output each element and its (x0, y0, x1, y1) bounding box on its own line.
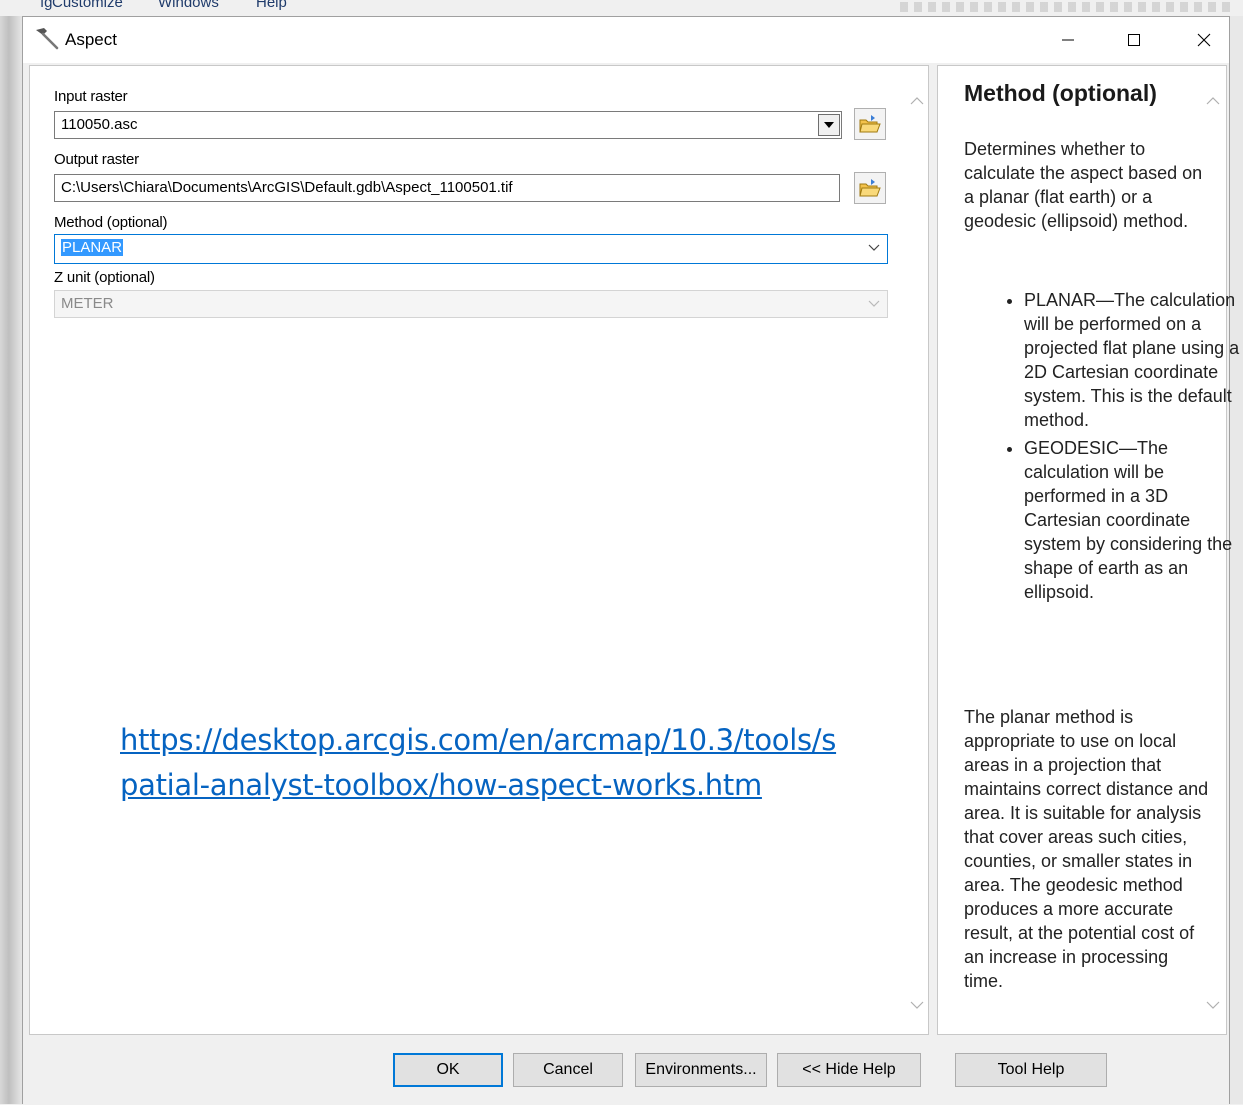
help-scroll-up[interactable] (1204, 92, 1222, 110)
chevron-down-icon (910, 1001, 924, 1009)
environments-button[interactable]: Environments... (635, 1053, 767, 1087)
triangle-down-icon (824, 122, 834, 128)
method-select[interactable]: PLANAR (54, 234, 888, 264)
minimize-icon (1062, 39, 1074, 41)
help-scroll-down[interactable] (1204, 996, 1222, 1014)
help-outro: The planar method is appropriate to use … (964, 707, 1209, 991)
folder-open-icon (859, 115, 881, 133)
method-label: Method (optional) (54, 214, 168, 231)
chevron-up-icon (1206, 97, 1220, 105)
title-bar[interactable]: Aspect (23, 17, 1229, 63)
chevron-down-icon (868, 300, 880, 307)
params-scroll-down[interactable] (908, 996, 926, 1014)
background-menubar: ıg Customize Windows Help (0, 0, 1243, 16)
parameters-pane: Input raster 110050.asc Output raster C:… (29, 65, 929, 1035)
params-scroll-up[interactable] (908, 92, 926, 110)
method-dropdown-arrow[interactable] (861, 235, 887, 261)
chevron-up-icon (910, 97, 924, 105)
z-unit-dropdown-arrow[interactable] (861, 291, 887, 317)
input-raster-value: 110050.asc (61, 116, 138, 133)
close-button[interactable] (1173, 17, 1235, 63)
window-title: Aspect (65, 30, 117, 49)
minimize-button[interactable] (1037, 17, 1099, 63)
background-map-strip (0, 16, 22, 1104)
input-raster-label: Input raster (54, 88, 128, 105)
help-title: Method (optional) (964, 80, 1157, 106)
close-icon (1197, 33, 1211, 47)
help-intro: Determines whether to calculate the aspe… (964, 139, 1203, 231)
bg-toolbar-icons (900, 2, 1230, 12)
help-method-list: PLANAR—The calculation will be performed… (992, 288, 1243, 608)
help-pane: Method (optional) Determines whether to … (937, 65, 1239, 1035)
input-raster-browse-button[interactable] (854, 108, 886, 140)
bg-menu-customize[interactable]: Customize (52, 0, 123, 11)
bg-menu-windows[interactable]: Windows (158, 0, 219, 11)
chevron-down-icon (868, 244, 880, 251)
hammer-icon (36, 28, 59, 50)
arcgis-help-link[interactable]: https://desktop.arcgis.com/en/arcmap/10.… (120, 718, 840, 808)
output-raster-value: C:\Users\Chiara\Documents\ArcGIS\Default… (61, 179, 513, 196)
input-raster-dropdown-button[interactable] (818, 114, 840, 136)
method-value: PLANAR (61, 239, 124, 256)
bg-menu-item[interactable]: ıg (40, 0, 53, 11)
z-unit-select[interactable]: METER (54, 290, 888, 318)
tool-help-button[interactable]: Tool Help (955, 1053, 1107, 1087)
cancel-button[interactable]: Cancel (513, 1053, 623, 1087)
maximize-icon (1128, 34, 1140, 46)
maximize-button[interactable] (1103, 17, 1165, 63)
z-unit-value: METER (61, 295, 114, 312)
output-raster-field[interactable]: C:\Users\Chiara\Documents\ArcGIS\Default… (54, 174, 840, 202)
chevron-down-icon (1206, 1001, 1220, 1009)
output-raster-browse-button[interactable] (854, 172, 886, 204)
ok-button[interactable]: OK (393, 1053, 503, 1087)
dialog-footer: OK Cancel Environments... << Hide Help T… (23, 1039, 1229, 1105)
aspect-dialog: Aspect Input raster 110050.asc Output ra (22, 16, 1239, 1105)
output-raster-label: Output raster (54, 151, 139, 168)
input-raster-combobox[interactable]: 110050.asc (54, 111, 842, 139)
bg-menu-help[interactable]: Help (256, 0, 287, 11)
help-item-geodesic: GEODESIC—The calculation will be perform… (1024, 436, 1243, 604)
folder-open-icon (859, 179, 881, 197)
hide-help-button[interactable]: << Hide Help (777, 1053, 921, 1087)
help-item-planar: PLANAR—The calculation will be performed… (1024, 288, 1243, 432)
z-unit-label: Z unit (optional) (54, 269, 155, 286)
